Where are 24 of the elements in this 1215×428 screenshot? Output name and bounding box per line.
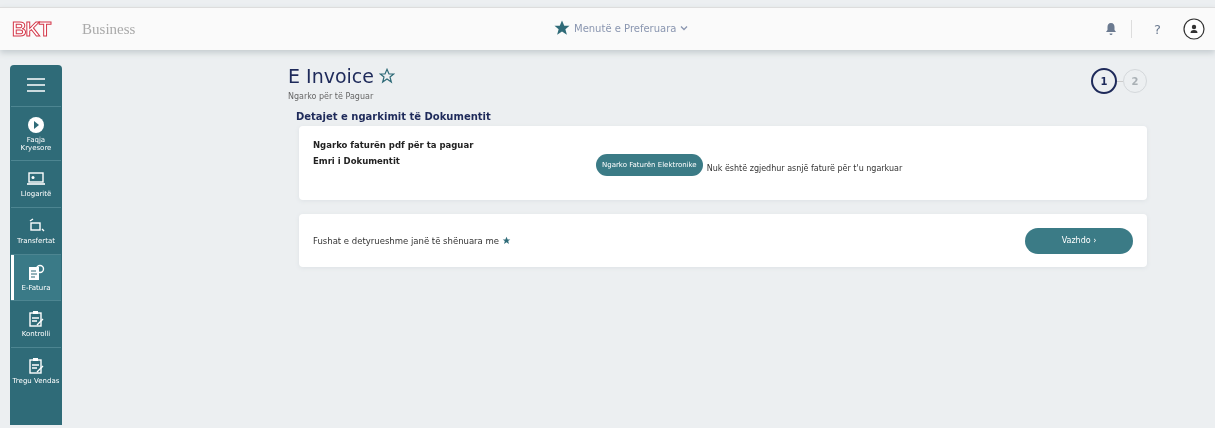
star-outline-icon[interactable]	[379, 68, 395, 84]
user-icon[interactable]	[1183, 18, 1205, 40]
upload-status: Nuk është zgjedhur asnjë faturë për t'u ngarkuar	[706, 163, 903, 173]
document-icon	[27, 263, 45, 282]
bell-icon[interactable]	[1105, 22, 1118, 36]
page-subtitle: Ngarko për të Paguar	[288, 92, 375, 101]
favorites-menu[interactable]: Menutë e Preferuara	[553, 19, 690, 37]
required-note: Fushat e detyrueshme janë të shënuara me	[313, 235, 500, 246]
chevron-down-icon	[679, 23, 690, 33]
page-title: E Invoice	[288, 65, 374, 87]
star-icon	[553, 19, 571, 37]
product-name: Business	[82, 20, 136, 38]
clipboard-icon	[27, 310, 45, 329]
clipboard-icon	[27, 357, 45, 376]
card-heading: Ngarko faturën pdf për ta paguar	[313, 140, 475, 150]
continue-button[interactable]: Vazhdo ›	[1025, 227, 1133, 254]
menu-icon[interactable]	[27, 78, 45, 92]
step-indicator: 1	[1091, 68, 1117, 94]
bank-logo[interactable]: BKT	[10, 17, 53, 41]
help-button[interactable]: ?	[1146, 21, 1169, 37]
star-icon	[502, 236, 512, 245]
play-circle-icon	[27, 116, 45, 134]
field-label: Emri i Dokumentit	[313, 156, 401, 166]
section-title: Detajet e ngarkimit të Dokumentit	[296, 111, 492, 122]
